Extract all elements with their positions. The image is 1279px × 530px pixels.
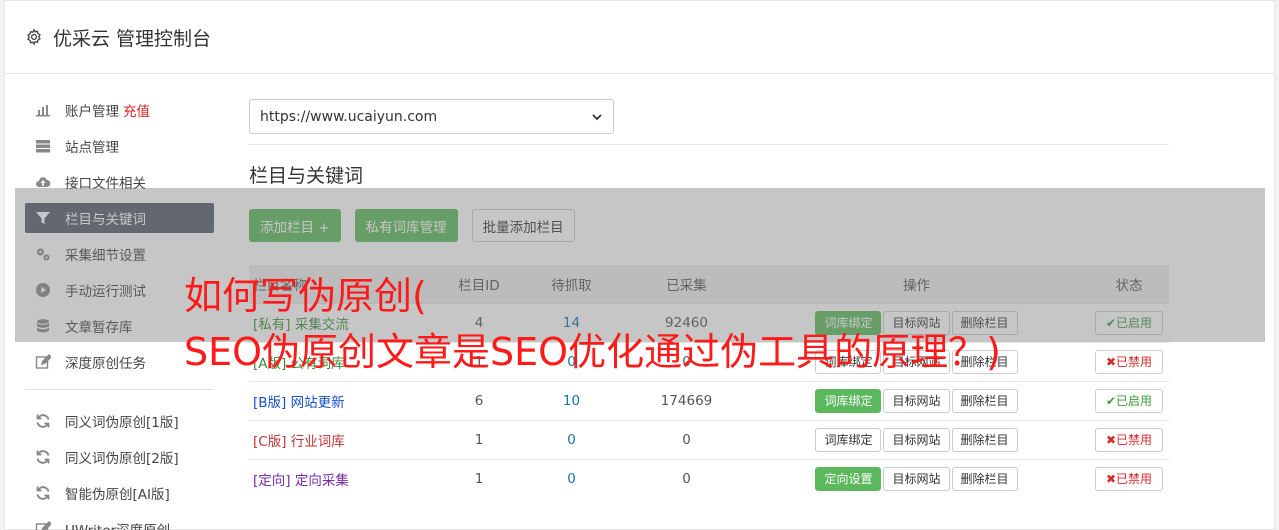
server-icon (36, 140, 50, 153)
refresh-icon (36, 486, 50, 500)
sidebar-item-ai-rewrite[interactable]: 智能伪原创[AI版] (25, 478, 214, 508)
column-name-link[interactable]: 网站更新 (291, 395, 345, 411)
column-name-link[interactable]: 定向采集 (295, 473, 349, 489)
delete-column-button[interactable]: 删除栏目 (951, 388, 1018, 413)
column-name-cell: [B版] 网站更新 (249, 380, 444, 420)
status-toggle[interactable]: ✖已禁用 (1094, 427, 1164, 452)
edit-icon (35, 354, 51, 369)
lexicon-bind-button[interactable]: 词库绑定 (815, 427, 882, 452)
column-prefix: [定向] (253, 472, 291, 489)
operations-cell: 词库绑定 目标网站 删除栏目 (744, 380, 1089, 420)
operations-cell: 定向设置 目标网站 删除栏目 (744, 458, 1089, 498)
sidebar-item-label: 智能伪原创[AI版] (65, 487, 170, 503)
pending-count: 0 (514, 419, 629, 459)
sidebar-item-label: 同义词伪原创[2版] (65, 451, 179, 467)
pending-count: 0 (514, 458, 629, 498)
section-title: 栏目与关键词 (249, 165, 364, 187)
target-site-button[interactable]: 目标网站 (883, 388, 950, 413)
lexicon-bind-button[interactable]: 词库绑定 (815, 388, 882, 413)
status-label: 已禁用 (1116, 432, 1153, 447)
status-toggle[interactable]: ✔已启用 (1094, 388, 1164, 413)
lexicon-bind-button[interactable]: 定向设置 (815, 466, 882, 491)
collected-count: 0 (629, 419, 744, 459)
close-icon: ✖ (1105, 471, 1117, 486)
status-toggle[interactable]: ✖已禁用 (1094, 466, 1164, 491)
refresh-icon (36, 414, 50, 428)
status-cell: ✖已禁用 (1089, 419, 1169, 459)
page-header: 优采云 管理控制台 (5, 1, 1274, 74)
status-label: 已禁用 (1116, 471, 1153, 486)
table-row: [定向] 定向采集 1 0 0 定向设置 目标网站 删除栏目 ✖已禁用 (249, 458, 1169, 498)
sidebar-item-label: 同义词伪原创[1版] (65, 415, 179, 431)
column-id: 1 (444, 419, 514, 459)
sidebar-item-uwriter[interactable]: UWriter深度原创 (25, 514, 214, 530)
operations-cell: 词库绑定 目标网站 删除栏目 (744, 419, 1089, 459)
site-select[interactable]: https://www.ucaiyun.com (249, 99, 614, 134)
close-icon: ✖ (1105, 432, 1117, 447)
collected-count: 0 (629, 458, 744, 498)
status-cell: ✔已启用 (1089, 380, 1169, 420)
column-prefix: [C版] (253, 433, 287, 450)
column-id: 1 (444, 458, 514, 498)
sidebar-item-account[interactable]: 账户管理 充值 (25, 95, 214, 125)
recharge-link[interactable]: 充值 (123, 100, 150, 120)
sidebar-item-label: 账户管理 (65, 104, 119, 120)
column-name-link[interactable]: 行业词库 (291, 434, 345, 450)
table-row: [C版] 行业词库 1 0 0 词库绑定 目标网站 删除栏目 ✖已禁用 (249, 419, 1169, 459)
sidebar-item-synonym-v2[interactable]: 同义词伪原创[2版] (25, 442, 214, 472)
edit-icon (35, 521, 51, 530)
section-divider (249, 144, 1169, 145)
column-id: 6 (444, 380, 514, 420)
delete-column-button[interactable]: 删除栏目 (951, 466, 1018, 491)
sidebar-item-label: UWriter深度原创 (65, 519, 170, 530)
column-name-cell: [定向] 定向采集 (249, 458, 444, 498)
refresh-icon (36, 450, 50, 464)
chevron-down-icon (592, 113, 602, 120)
target-site-button[interactable]: 目标网站 (883, 427, 950, 452)
table-row: [B版] 网站更新 6 10 174669 词库绑定 目标网站 删除栏目 ✔已启用 (249, 380, 1169, 420)
main-content: https://www.ucaiyun.com 栏目与关键词 添加栏目 + 私有… (249, 99, 1169, 498)
overlay-title-line2: SEO伪原创文章是SEO优化通过伪工具的原理？) (184, 330, 1001, 374)
sidebar-item-label: 深度原创任务 (65, 356, 146, 372)
page-title: 优采云 管理控制台 (53, 27, 212, 50)
gear-icon (27, 28, 41, 46)
bar-chart-icon (36, 105, 50, 117)
collected-count: 174669 (629, 380, 744, 420)
sidebar-divider (25, 389, 214, 390)
column-name-cell: [C版] 行业词库 (249, 419, 444, 459)
check-icon: ✔ (1105, 393, 1117, 408)
pending-count: 10 (514, 380, 629, 420)
delete-column-button[interactable]: 删除栏目 (951, 427, 1018, 452)
target-site-button[interactable]: 目标网站 (883, 466, 950, 491)
sidebar-item-sites[interactable]: 站点管理 (25, 131, 214, 161)
column-prefix: [B版] (253, 394, 287, 411)
overlay-title: 如何写伪原创( SEO伪原创文章是SEO优化通过伪工具的原理？) (184, 268, 1184, 380)
overlay-title-line1: 如何写伪原创( (184, 274, 427, 318)
status-cell: ✖已禁用 (1089, 458, 1169, 498)
sidebar-item-label: 站点管理 (65, 140, 119, 156)
sidebar-item-synonym-v1[interactable]: 同义词伪原创[1版] (25, 406, 214, 436)
status-label: 已启用 (1116, 393, 1153, 408)
site-select-value: https://www.ucaiyun.com (260, 108, 438, 125)
